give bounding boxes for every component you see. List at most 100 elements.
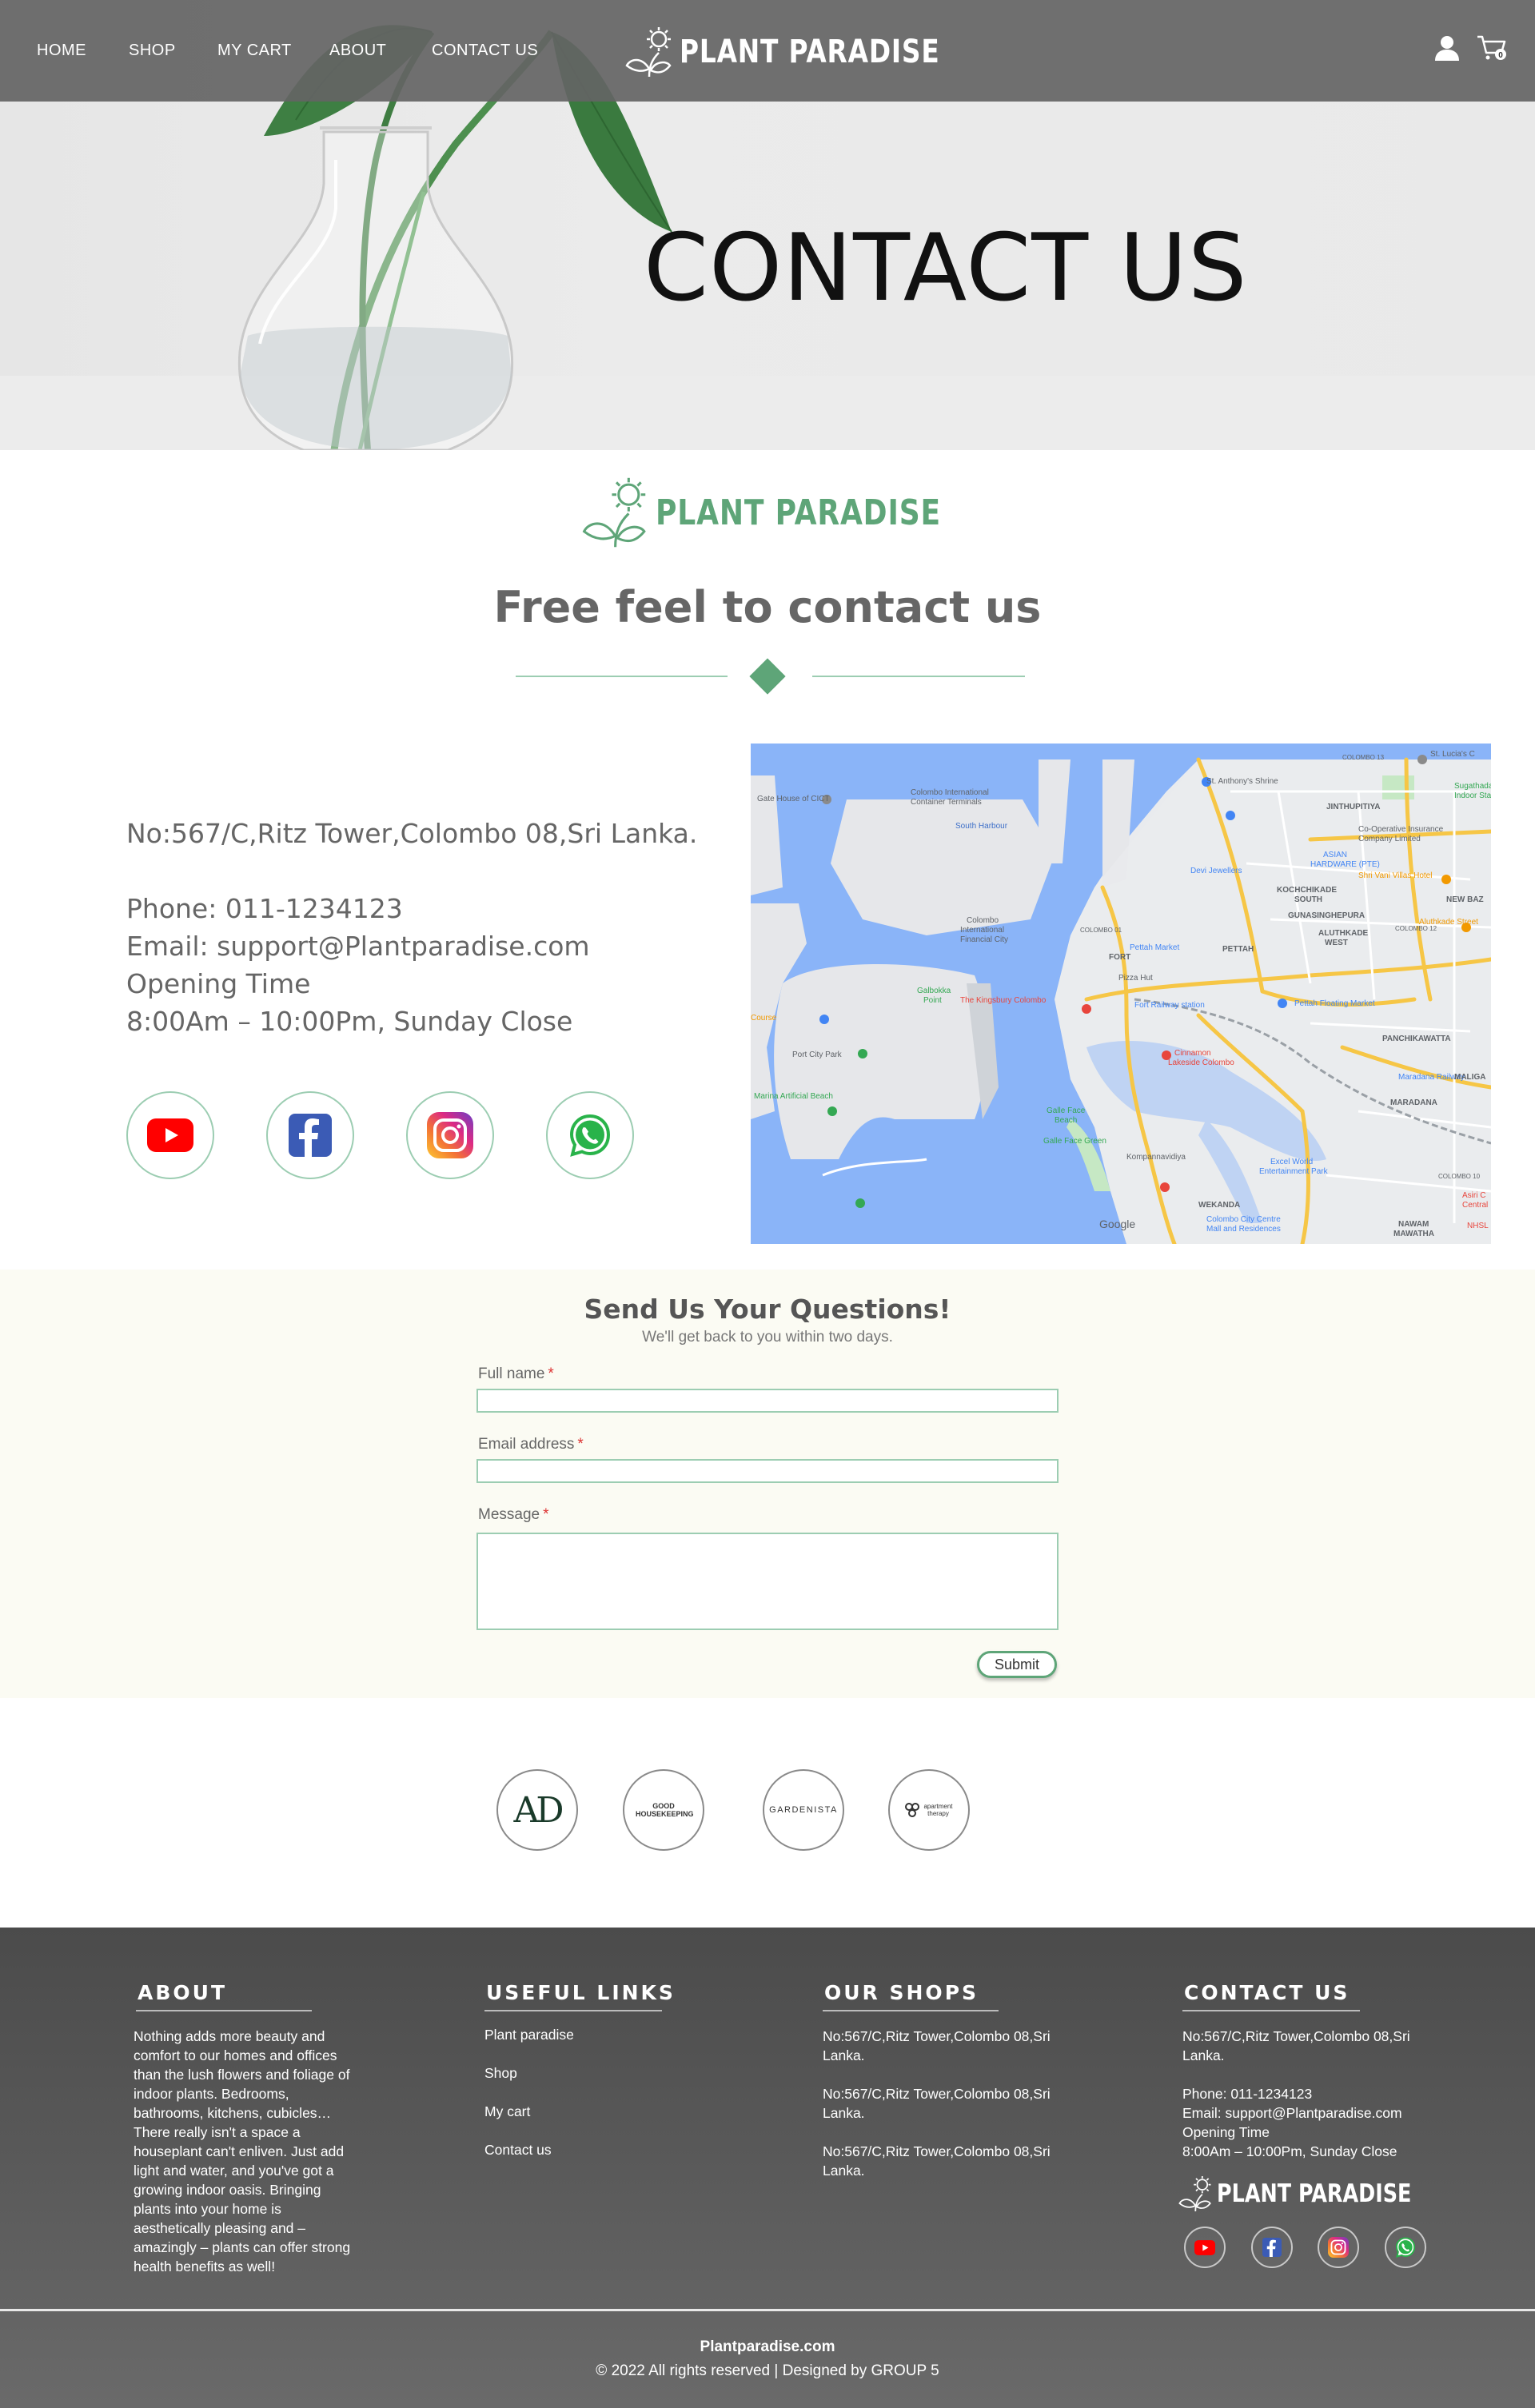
divider-line-left <box>516 676 728 677</box>
svg-text:ALUTHKADE: ALUTHKADE <box>1318 929 1369 938</box>
footer-contact-underline <box>1182 2010 1360 2011</box>
footer-links-underline <box>484 2010 662 2011</box>
submit-button[interactable]: Submit <box>977 1651 1057 1678</box>
svg-text:Sugathadasa: Sugathadasa <box>1454 782 1491 791</box>
facebook-button[interactable] <box>266 1091 354 1179</box>
svg-text:PANCHIKAWATTA: PANCHIKAWATTA <box>1382 1035 1451 1043</box>
hero-banner: HOME SHOP MY CART ABOUT CONTACT US PLANT… <box>0 0 1535 450</box>
svg-text:Container Terminals: Container Terminals <box>911 798 982 807</box>
plant-logo-icon <box>1178 2176 1211 2212</box>
svg-text:JINTHUPITIYA: JINTHUPITIYA <box>1326 803 1380 811</box>
svg-text:Co-Operative Insurance: Co-Operative Insurance <box>1358 825 1444 834</box>
location-map[interactable]: Gate House of CICT Colombo International… <box>751 744 1491 1244</box>
whatsapp-button[interactable] <box>546 1091 634 1179</box>
footer-youtube-button[interactable] <box>1184 2227 1226 2268</box>
footer-site-name: Plantparadise.com <box>700 2338 835 2355</box>
footer-links-heading: USEFUL LINKS <box>486 1981 676 2004</box>
svg-text:Google: Google <box>1099 1218 1135 1230</box>
message-textarea[interactable] <box>476 1533 1059 1630</box>
footer-link-plant-paradise[interactable]: Plant paradise <box>484 2027 574 2043</box>
svg-text:NAWAM: NAWAM <box>1398 1220 1429 1229</box>
footer-whatsapp-button[interactable] <box>1385 2227 1426 2268</box>
instagram-button[interactable] <box>406 1091 494 1179</box>
footer-divider <box>0 2309 1535 2311</box>
nav-about-link[interactable]: ABOUT <box>329 42 386 60</box>
svg-text:COLOMBO 10: COLOMBO 10 <box>1438 1173 1481 1180</box>
svg-text:Port City Park: Port City Park <box>792 1051 843 1059</box>
svg-text:Asiri C: Asiri C <box>1462 1191 1485 1200</box>
svg-text:Beach: Beach <box>1055 1116 1077 1125</box>
facebook-icon <box>1262 2238 1282 2257</box>
instagram-icon <box>427 1112 473 1158</box>
svg-text:Galle Face Green: Galle Face Green <box>1043 1137 1106 1146</box>
footer-link-contact-us[interactable]: Contact us <box>484 2142 552 2159</box>
svg-text:The Kingsbury Colombo: The Kingsbury Colombo <box>960 996 1047 1005</box>
email-address-input[interactable] <box>476 1459 1059 1483</box>
divider-diamond <box>749 658 786 695</box>
divider-line-right <box>812 676 1025 677</box>
cart-button[interactable]: 0 <box>1476 34 1508 62</box>
svg-text:COLOMBO 01: COLOMBO 01 <box>1080 927 1122 934</box>
footer-logo-name: PLANT PARADISE <box>1217 2179 1412 2208</box>
svg-text:Point: Point <box>923 996 942 1005</box>
svg-text:HARDWARE (PTE): HARDWARE (PTE) <box>1310 860 1380 869</box>
svg-text:NEW BAZ: NEW BAZ <box>1446 895 1484 904</box>
footer-about-text: Nothing adds more beauty and comfort to … <box>134 2028 351 2274</box>
form-subtitle: We'll get back to you within two days. <box>642 1329 893 1346</box>
logo-name: PLANT PARADISE <box>656 492 941 533</box>
svg-text:Pizza Hut: Pizza Hut <box>1118 974 1153 983</box>
svg-text:Lakeside Colombo: Lakeside Colombo <box>1168 1058 1234 1067</box>
apartment-therapy-icon <box>904 1803 919 1817</box>
full-name-input[interactable] <box>476 1389 1059 1413</box>
footer-contact-details: Phone: 011-1234123 Email: support@Plantp… <box>1182 2086 1402 2159</box>
whatsapp-icon <box>569 1114 611 1157</box>
nav-contact-us-link[interactable]: CONTACT US <box>432 42 538 60</box>
youtube-icon <box>147 1118 193 1152</box>
svg-text:MALIGA: MALIGA <box>1454 1073 1485 1082</box>
nav-my-cart-link[interactable]: MY CART <box>217 42 292 60</box>
footer-shop-address-3: No:567/C,Ritz Tower,Colombo 08,Sri Lanka. <box>823 2143 1051 2179</box>
footer-instagram-button[interactable] <box>1318 2227 1359 2268</box>
svg-text:Galbokka: Galbokka <box>917 987 951 995</box>
svg-text:Marina Artificial Beach: Marina Artificial Beach <box>754 1092 833 1101</box>
svg-text:FORT: FORT <box>1109 953 1130 962</box>
youtube-button[interactable] <box>126 1091 214 1179</box>
brand-logo[interactable]: PLANT PARADISE <box>625 16 997 88</box>
footer-shops-heading: OUR SHOPS <box>824 1981 979 2004</box>
svg-text:NHSL: NHSL <box>1467 1222 1489 1230</box>
footer-facebook-button[interactable] <box>1251 2227 1293 2268</box>
facebook-icon <box>289 1114 332 1157</box>
svg-text:ASIAN: ASIAN <box>1323 851 1347 859</box>
form-title: Send Us Your Questions! <box>584 1294 951 1325</box>
svg-text:MAWATHA: MAWATHA <box>1393 1230 1434 1238</box>
svg-text:WEST: WEST <box>1325 939 1348 947</box>
email-address-label: Email address * <box>478 1436 584 1453</box>
nav-home-link[interactable]: HOME <box>37 42 86 60</box>
cart-count-badge: 0 <box>1498 51 1503 60</box>
plant-paradise-logo: PLANT PARADISE <box>580 476 1003 548</box>
svg-text:Devi Jewellers: Devi Jewellers <box>1190 867 1242 875</box>
svg-text:Excel World: Excel World <box>1270 1158 1313 1166</box>
footer-shop-address-2: No:567/C,Ritz Tower,Colombo 08,Sri Lanka. <box>823 2086 1051 2121</box>
footer-logo: PLANT PARADISE <box>1178 2175 1454 2213</box>
user-icon[interactable] <box>1434 35 1460 61</box>
footer-link-my-cart[interactable]: My cart <box>484 2103 530 2120</box>
footer-contact-address: No:567/C,Ritz Tower,Colombo 08,Sri Lanka. <box>1182 2028 1410 2063</box>
svg-text:Mall and Residences: Mall and Residences <box>1206 1225 1281 1234</box>
footer-link-shop[interactable]: Shop <box>484 2065 517 2082</box>
page-title: CONTACT US <box>644 214 1248 322</box>
svg-text:GUNASINGHEPURA: GUNASINGHEPURA <box>1288 911 1365 920</box>
whatsapp-icon <box>1395 2237 1416 2258</box>
svg-text:Colombo City Centre: Colombo City Centre <box>1206 1215 1281 1224</box>
cart-icon: 0 <box>1477 35 1506 60</box>
svg-text:Colombo International: Colombo International <box>911 788 989 797</box>
svg-text:Central: Central <box>1462 1201 1488 1210</box>
svg-text:KOCHCHIKADE: KOCHCHIKADE <box>1277 886 1337 895</box>
nav-shop-link[interactable]: SHOP <box>129 42 176 60</box>
svg-text:South Harbour: South Harbour <box>955 822 1008 831</box>
footer-copyright: © 2022 All rights reserved | Designed by… <box>596 2362 939 2379</box>
svg-text:Gate House of CICT: Gate House of CICT <box>757 795 830 803</box>
svg-text:Colombo: Colombo <box>967 916 999 925</box>
phone-text: Phone: 011-1234123 <box>126 893 403 924</box>
svg-text:Course: Course <box>751 1014 777 1023</box>
